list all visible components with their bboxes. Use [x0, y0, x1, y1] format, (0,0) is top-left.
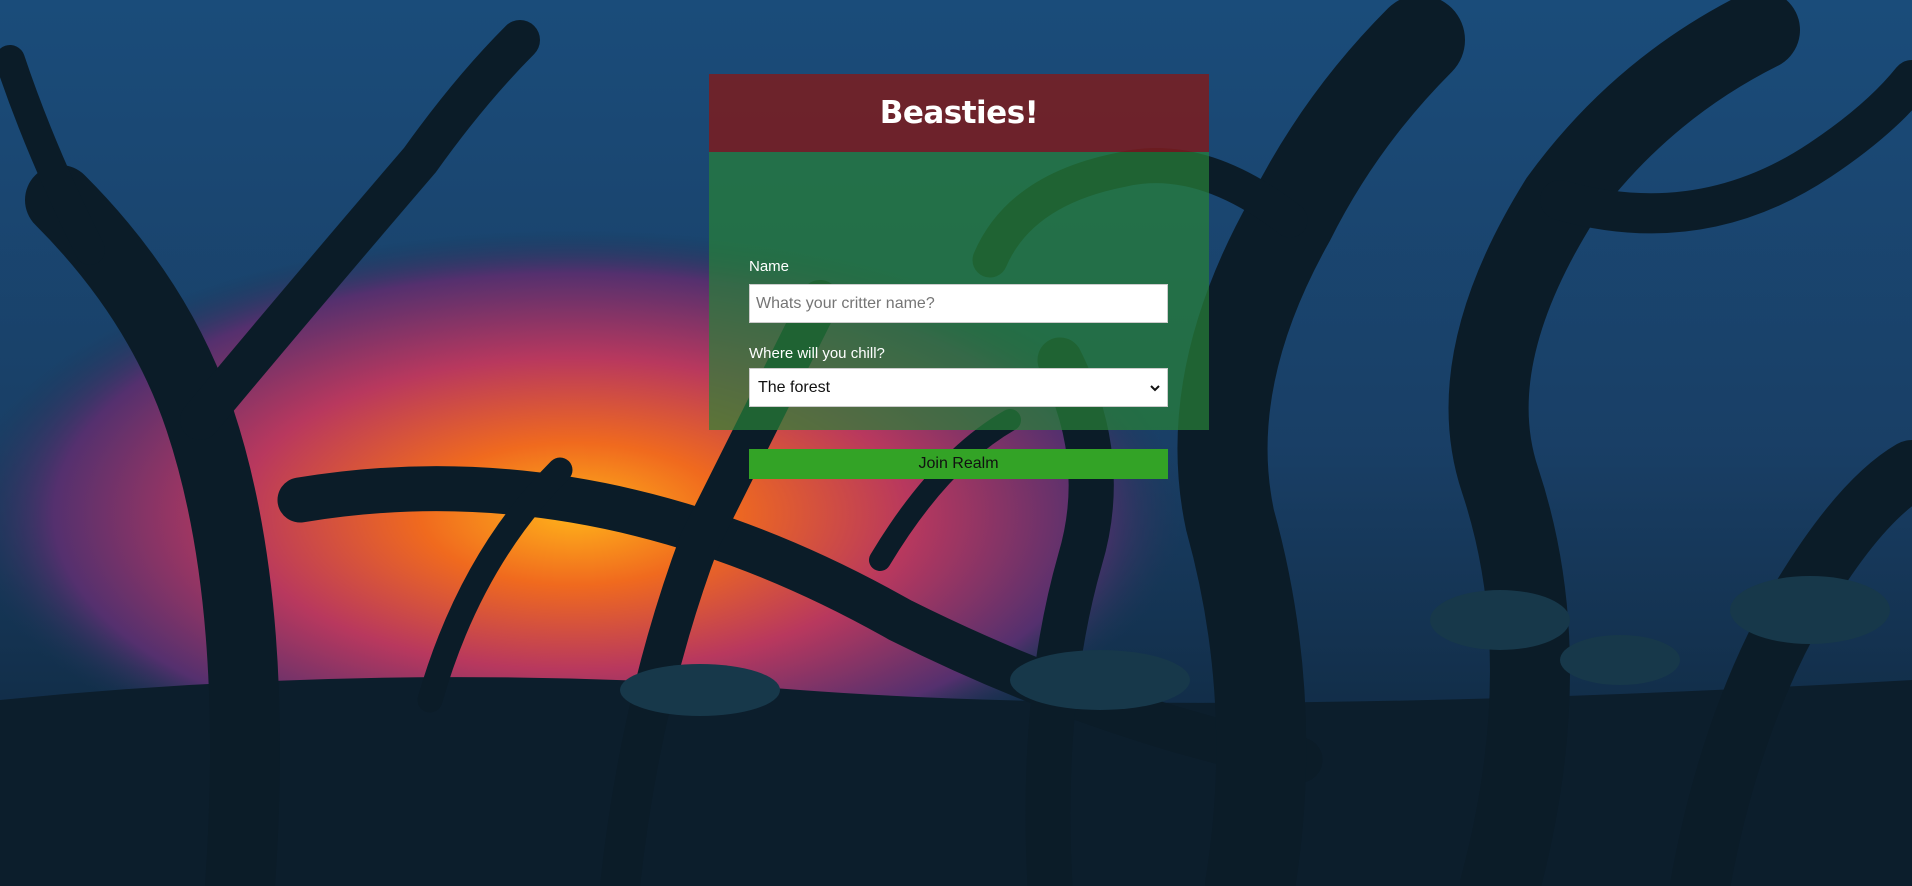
page-background: Beasties! Name Where will you chill? The…	[0, 0, 1912, 886]
realm-select[interactable]: The forest	[749, 368, 1168, 407]
name-label: Name	[749, 258, 790, 275]
realm-label: Where will you chill?	[749, 345, 885, 362]
join-form-panel: Beasties! Name Where will you chill? The…	[709, 74, 1209, 479]
chevron-down-icon	[1150, 385, 1160, 392]
join-realm-button[interactable]: Join Realm	[749, 449, 1168, 479]
panel-header: Beasties!	[709, 74, 1209, 152]
name-input[interactable]	[749, 284, 1168, 323]
realm-select-value: The forest	[758, 378, 831, 396]
form-body: Name Where will you chill? The forest Jo…	[709, 152, 1209, 479]
page-title: Beasties!	[879, 95, 1039, 131]
